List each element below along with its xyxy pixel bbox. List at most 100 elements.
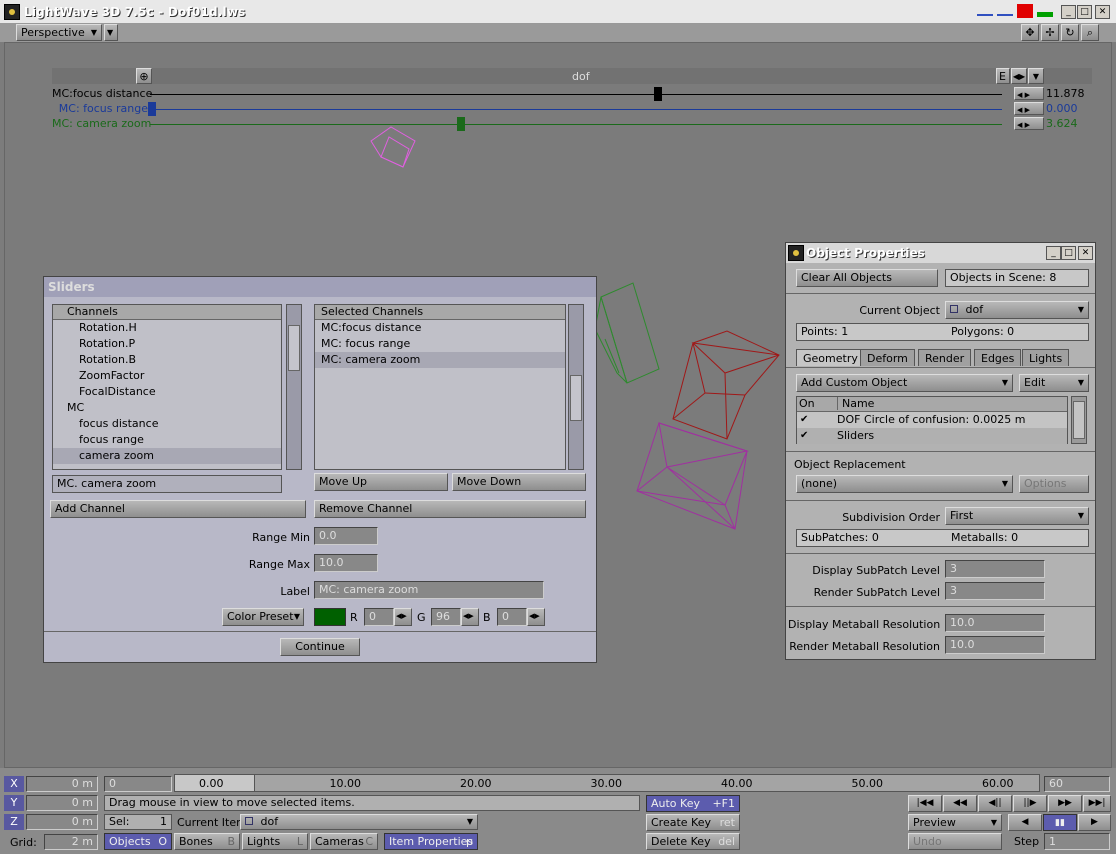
maximize-icon[interactable]: □ <box>1061 246 1076 260</box>
rotate-view-icon[interactable]: ↻ <box>1061 24 1079 41</box>
close-icon[interactable]: ✕ <box>1095 5 1110 19</box>
minimize-icon[interactable]: _ <box>1046 246 1061 260</box>
frame-end-field[interactable]: 60 <box>1044 776 1110 792</box>
next-frame-button[interactable]: ||▶ <box>1013 795 1047 812</box>
next-key-button[interactable]: ▶▶ <box>1048 795 1082 812</box>
continue-button[interactable]: Continue <box>280 638 360 656</box>
channel-list-item[interactable]: camera zoom <box>53 448 281 464</box>
selected-channel-item[interactable]: MC:focus distance <box>315 320 565 336</box>
mc-track[interactable] <box>150 124 1002 125</box>
custom-objects-list[interactable]: On Name ✔ DOF Circle of confusion: 0.0025… <box>796 396 1068 444</box>
view-options-dropdown[interactable]: ▼ <box>104 24 118 41</box>
selected-scrollbar[interactable] <box>568 304 584 470</box>
custom-object-row[interactable]: ✔ DOF Circle of confusion: 0.0025 m <box>797 412 1067 428</box>
prev-frame-button[interactable]: ◀|| <box>978 795 1012 812</box>
channel-list-item[interactable]: Rotation.B <box>53 352 281 368</box>
render-metaball-field[interactable]: 10.0 <box>945 636 1045 654</box>
delete-key-button[interactable]: Delete Key del <box>646 833 740 850</box>
mc-move-handle-icon[interactable]: ⊕ <box>136 68 152 84</box>
add-custom-object-dropdown[interactable]: Add Custom Object ▼ <box>796 374 1013 392</box>
move-up-button[interactable]: Move Up <box>314 473 448 491</box>
z-position-field[interactable]: 0 m <box>26 814 98 830</box>
remove-channel-button[interactable]: Remove Channel <box>314 500 586 518</box>
channel-list-item[interactable]: Rotation.P <box>53 336 281 352</box>
checkmark-icon[interactable]: ✔ <box>800 412 808 428</box>
mode-objects-button[interactable]: Objects O <box>104 833 172 850</box>
checkmark-icon[interactable]: ✔ <box>800 428 808 444</box>
mc-dropdown-icon[interactable]: ▼ <box>1028 68 1044 84</box>
r-stepper[interactable]: ◀▶ <box>394 608 412 626</box>
maximize-icon[interactable]: □ <box>1077 5 1092 19</box>
range-min-field[interactable]: 0.0 <box>314 527 378 545</box>
object-replacement-dropdown[interactable]: (none) ▼ <box>796 475 1013 493</box>
channel-list-item[interactable]: ZoomFactor <box>53 368 281 384</box>
subdivision-order-dropdown[interactable]: First ▼ <box>945 507 1089 525</box>
auto-key-button[interactable]: Auto Key +F1 <box>646 795 740 812</box>
create-key-button[interactable]: Create Key ret <box>646 814 740 831</box>
channel-list-item[interactable]: MC <box>53 400 281 416</box>
channel-list-item[interactable]: focus range <box>53 432 281 448</box>
mc-track[interactable] <box>150 94 1002 95</box>
custom-objects-scrollbar[interactable] <box>1071 396 1087 444</box>
custom-object-row[interactable]: ✔ Sliders <box>797 428 1067 444</box>
range-max-field[interactable]: 10.0 <box>314 554 378 572</box>
frame-start-field[interactable]: 0 <box>104 776 172 792</box>
close-icon[interactable]: ✕ <box>1078 246 1093 260</box>
tab-edges[interactable]: Edges <box>974 349 1022 366</box>
tab-lights[interactable]: Lights <box>1022 349 1070 366</box>
play-reverse-button[interactable]: ◀ <box>1008 814 1042 831</box>
mc-step-arrows[interactable]: ◀ ▶ <box>1014 87 1044 100</box>
tab-render[interactable]: Render <box>918 349 972 366</box>
y-position-field[interactable]: 0 m <box>26 795 98 811</box>
display-subpatch-field[interactable]: 3 <box>945 560 1045 578</box>
mc-track[interactable] <box>150 109 1002 110</box>
b-stepper[interactable]: ◀▶ <box>527 608 545 626</box>
mc-step-arrows[interactable]: ◀ ▶ <box>1014 117 1044 130</box>
move-down-button[interactable]: Move Down <box>452 473 586 491</box>
prev-key-button[interactable]: ◀◀ <box>943 795 977 812</box>
g-field[interactable]: 96 <box>431 608 461 626</box>
channel-list-item[interactable]: focus distance <box>53 416 281 432</box>
options-button[interactable]: Options <box>1019 475 1089 493</box>
color-swatch[interactable] <box>314 608 346 626</box>
render-subpatch-field[interactable]: 3 <box>945 582 1045 600</box>
selected-channels-list[interactable]: Selected Channels MC:focus distance MC: f… <box>314 304 566 470</box>
mc-slider-thumb[interactable] <box>654 87 662 101</box>
add-channel-button[interactable]: Add Channel <box>50 500 306 518</box>
clear-all-objects-button[interactable]: Clear All Objects <box>796 269 938 287</box>
item-properties-button[interactable]: Item Properties p <box>384 833 478 850</box>
move-view-icon[interactable]: ✥ <box>1021 24 1039 41</box>
grid-size-field[interactable]: 2 m <box>44 834 98 850</box>
mode-lights-button[interactable]: Lights L <box>242 833 308 850</box>
tab-geometry[interactable]: Geometry <box>796 349 865 366</box>
last-frame-button[interactable]: ▶▶| <box>1083 795 1111 812</box>
mc-arrows-icon[interactable]: ◀▶ <box>1011 68 1027 84</box>
edit-dropdown[interactable]: Edit ▼ <box>1019 374 1089 392</box>
b-field[interactable]: 0 <box>497 608 527 626</box>
step-field[interactable]: 1 <box>1044 833 1110 850</box>
channels-scrollbar[interactable] <box>286 304 302 470</box>
pan-view-icon[interactable]: ✢ <box>1041 24 1059 41</box>
channel-list-item[interactable]: Rotation.H <box>53 320 281 336</box>
minimize-icon[interactable]: _ <box>1061 5 1076 19</box>
g-stepper[interactable]: ◀▶ <box>461 608 479 626</box>
selected-channel-item[interactable]: MC: focus range <box>315 336 565 352</box>
mode-bones-button[interactable]: Bones B <box>174 833 240 850</box>
mode-cameras-button[interactable]: Cameras C <box>310 833 378 850</box>
timeline-ruler[interactable]: 0.00 10.00 20.00 30.00 40.00 50.00 60.00 <box>174 774 1040 792</box>
current-object-dropdown[interactable]: dof ▼ <box>945 301 1089 319</box>
r-field[interactable]: 0 <box>364 608 394 626</box>
preview-dropdown[interactable]: Preview ▼ <box>908 814 1002 831</box>
display-metaball-field[interactable]: 10.0 <box>945 614 1045 632</box>
mc-slider-thumb[interactable] <box>148 102 156 116</box>
pause-button[interactable]: ▮▮ <box>1043 814 1077 831</box>
mc-slider-thumb[interactable] <box>457 117 465 131</box>
undo-button[interactable]: Undo <box>908 833 1002 850</box>
current-channel-field[interactable]: MC. camera zoom <box>52 475 282 493</box>
channel-list-item[interactable]: FocalDistance <box>53 384 281 400</box>
channels-list[interactable]: Channels Rotation.H Rotation.P Rotation.B Z… <box>52 304 282 470</box>
mc-edit-button[interactable]: E <box>996 68 1010 84</box>
selected-channel-item[interactable]: MC: camera zoom <box>315 352 565 368</box>
play-button[interactable]: ▶ <box>1078 814 1111 831</box>
label-field[interactable]: MC: camera zoom <box>314 581 544 599</box>
